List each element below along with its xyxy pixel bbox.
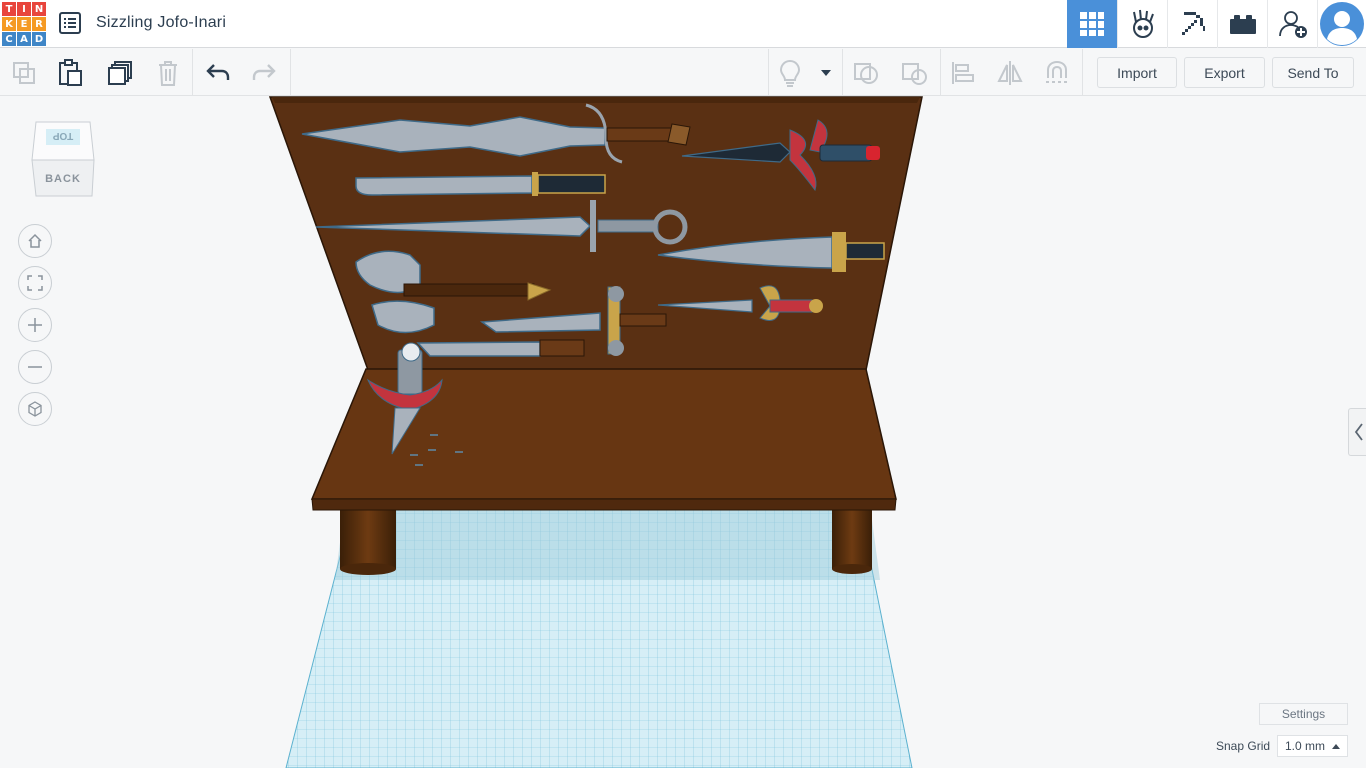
ortho-view-icon[interactable] <box>18 392 52 426</box>
toolbar-divider <box>842 49 843 96</box>
delete-icon[interactable] <box>152 57 184 89</box>
view-cube-top-label[interactable]: TOP <box>49 130 77 141</box>
grid-view-icon[interactable] <box>1067 0 1117 48</box>
dropdown-icon[interactable] <box>810 57 842 89</box>
workplane-magnet-icon[interactable] <box>1041 57 1073 89</box>
codeblocks-icon[interactable] <box>1117 0 1167 48</box>
snap-grid-select[interactable]: 1.0 mm <box>1277 735 1348 757</box>
collapse-panel-chevron-icon[interactable] <box>1348 408 1366 456</box>
home-view-icon[interactable] <box>18 224 52 258</box>
toolbar-divider <box>1082 49 1083 96</box>
lightbulb-icon[interactable] <box>774 57 806 89</box>
view-cube[interactable]: TOP BACK <box>30 120 96 198</box>
export-button[interactable]: Export <box>1184 57 1265 88</box>
undo-icon[interactable] <box>202 57 234 89</box>
tinkercad-logo[interactable]: T I N K E R C A D <box>2 2 46 46</box>
design-title[interactable]: Sizzling Jofo-Inari <box>96 14 226 32</box>
toolbar-divider <box>192 49 193 96</box>
snap-grid-label: Snap Grid <box>1216 739 1271 753</box>
ungroup-icon[interactable] <box>898 57 930 89</box>
duplicate-icon[interactable] <box>104 57 136 89</box>
view-cube-back-label[interactable]: BACK <box>34 173 92 185</box>
zoom-out-icon[interactable] <box>18 350 52 384</box>
fit-view-icon[interactable] <box>18 266 52 300</box>
avatar[interactable] <box>1317 0 1366 48</box>
send-to-button[interactable]: Send To <box>1272 57 1354 88</box>
toolbar-divider <box>940 49 941 96</box>
logo-letter: I <box>17 2 31 16</box>
top-bar: T I N K E R C A D Sizzling Jofo-Inari <box>0 0 1366 48</box>
logo-letter: N <box>32 2 46 16</box>
toolbar-divider <box>290 49 291 96</box>
logo-letter: D <box>32 32 46 46</box>
minecraft-pickaxe-icon[interactable] <box>1167 0 1217 48</box>
tinkercad-editor: T I N K E R C A D Sizzling Jofo-Inari Im… <box>0 0 1366 768</box>
snap-grid-value: 1.0 mm <box>1285 739 1326 753</box>
settings-button[interactable]: Settings <box>1259 703 1348 725</box>
copy-icon[interactable] <box>8 57 40 89</box>
logo-letter: C <box>2 32 16 46</box>
logo-letter: E <box>17 17 31 31</box>
redo-icon[interactable] <box>248 57 280 89</box>
design-list-icon[interactable] <box>58 12 82 34</box>
toolbar: Import Export Send To <box>0 49 1366 96</box>
toolbar-divider <box>768 49 769 96</box>
align-icon[interactable] <box>947 57 979 89</box>
caret-up-icon <box>1332 744 1340 749</box>
group-icon[interactable] <box>850 57 882 89</box>
short-sword-bottom[interactable] <box>416 339 585 357</box>
paste-icon[interactable] <box>54 57 86 89</box>
import-button[interactable]: Import <box>1097 57 1177 88</box>
add-user-icon[interactable] <box>1267 0 1317 48</box>
mirror-icon[interactable] <box>994 57 1026 89</box>
logo-letter: A <box>17 32 31 46</box>
workplane-viewport[interactable] <box>0 96 1366 768</box>
logo-letter: K <box>2 17 16 31</box>
logo-letter: R <box>32 17 46 31</box>
logo-letter: T <box>2 2 16 16</box>
bricks-icon[interactable] <box>1217 0 1267 48</box>
zoom-in-icon[interactable] <box>18 308 52 342</box>
